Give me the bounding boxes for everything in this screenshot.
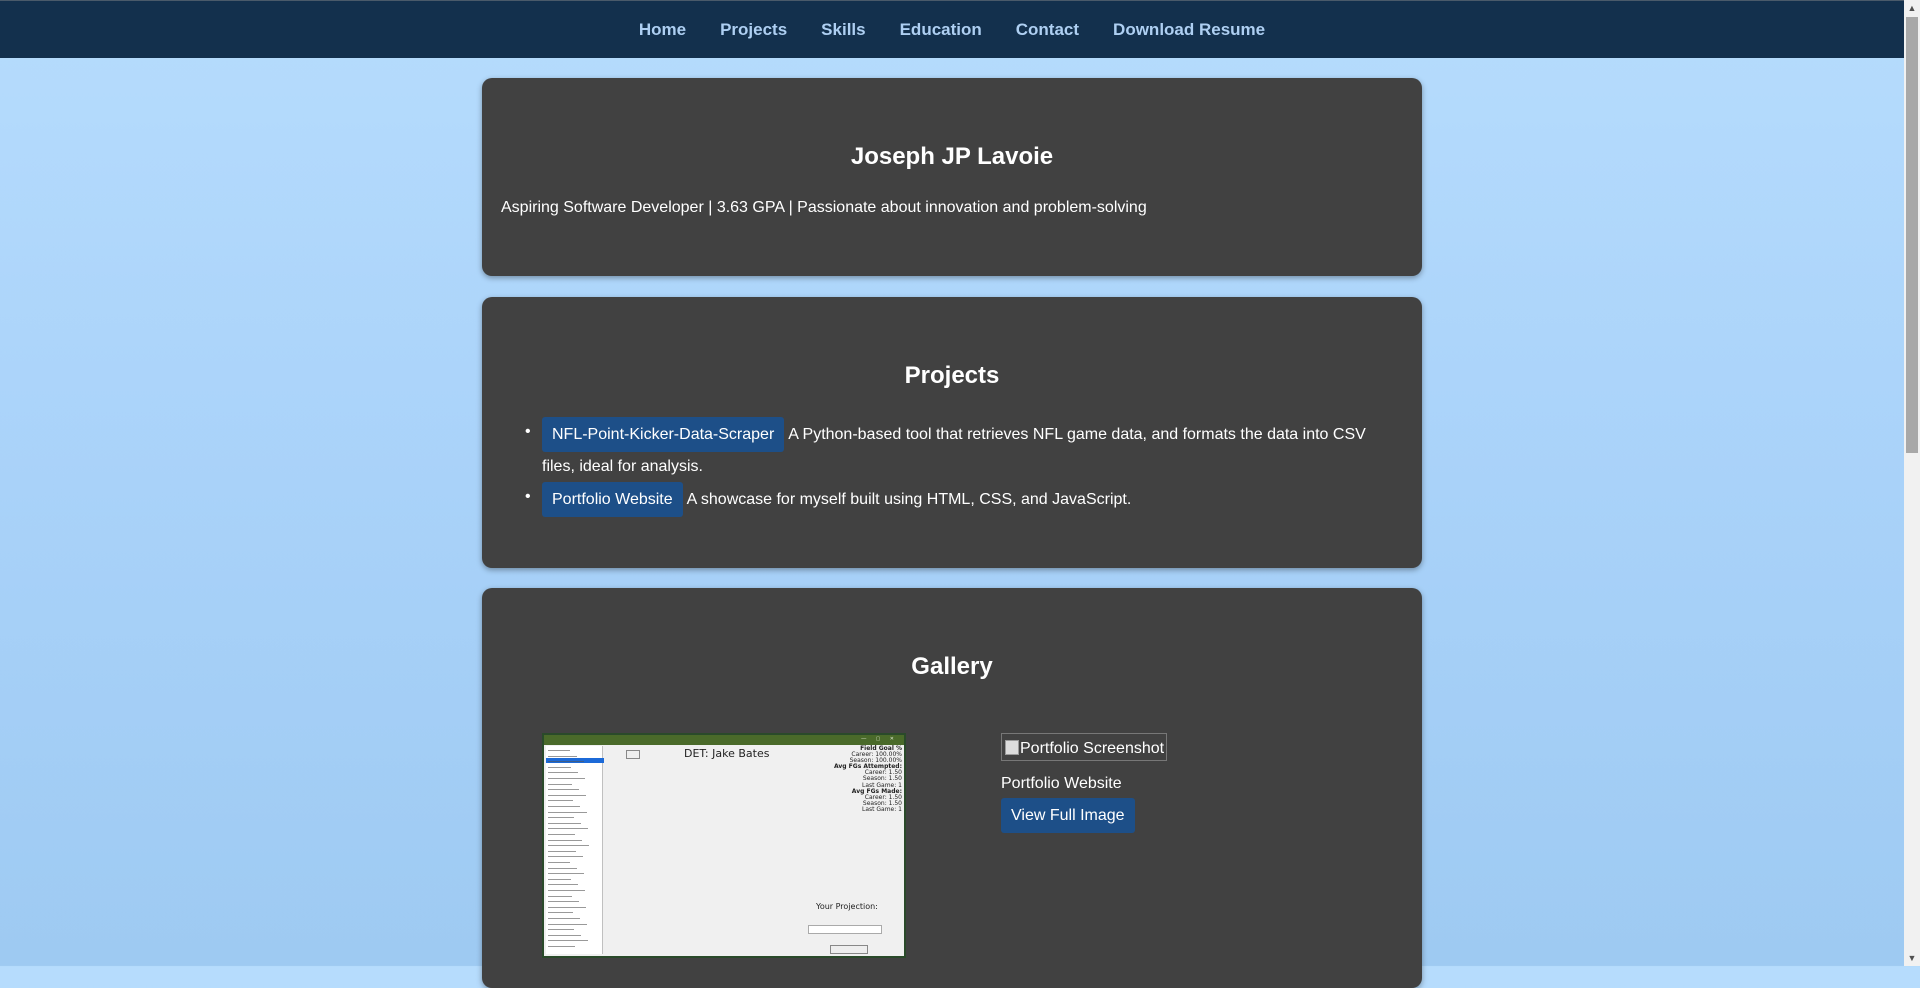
nav-home[interactable]: Home [639,20,686,40]
player-list-row [548,761,584,763]
projects-title: Projects [904,362,1000,389]
app-projection-input [808,925,882,934]
player-list-row [548,918,580,919]
hero-tagline: Aspiring Software Developer | 3.63 GPA |… [501,199,1147,216]
player-list-row [548,867,577,869]
player-list-row [548,750,570,751]
view-full-image-button[interactable]: View Full Image [1001,798,1135,833]
player-list-row [548,778,585,779]
scrollbar-thumb[interactable] [1906,17,1918,453]
project-desc-cont: files, ideal for analysis. [542,458,703,475]
project-link-portfolio[interactable]: Portfolio Website [542,482,683,517]
app-submit-button [830,945,868,954]
player-list-row [548,906,586,908]
player-list-row [548,783,572,785]
player-list-row [548,839,582,841]
project-item: NFL-Point-Kicker-Data-ScraperA Python-ba… [525,417,1372,482]
player-list-row [548,895,572,897]
app-player-name: DET: Jake Bates [684,747,770,760]
player-list-row [548,834,575,835]
player-list-row [548,822,581,824]
player-list-row [548,845,589,847]
app-player-list [546,746,604,954]
player-list-row [548,828,588,830]
app-projection-label: Your Projection: [816,902,878,911]
scroll-up-icon[interactable]: ▲ [1904,0,1920,16]
app-stats: Field Goal % Career: 100.00% Season: 100… [833,745,902,813]
player-list-row [548,856,583,858]
top-nav: Home Projects Skills Education Contact D… [0,0,1904,58]
player-list-row [548,755,577,757]
gallery-caption: Portfolio Website [1001,775,1122,792]
hero-card [482,78,1422,276]
nav-skills[interactable]: Skills [821,20,865,40]
player-list-row [548,850,576,852]
gallery-image-portfolio[interactable]: Portfolio Screenshot [1001,733,1168,761]
player-list-row [548,929,574,931]
player-list-row [548,901,579,903]
player-list-row [548,923,587,925]
player-list-row [548,946,575,947]
player-list-row [548,878,571,880]
gallery-image-nfl-app[interactable]: — ▢ ✕ DET: Jake Bates Field Goal % Caree… [542,733,906,958]
player-list-row [548,789,579,791]
page-scrollbar[interactable]: ▲ ▼ [1904,0,1920,966]
nav-contact[interactable]: Contact [1016,20,1079,40]
project-item: Portfolio WebsiteA showcase for myself b… [525,482,1372,517]
broken-image-icon [1005,740,1019,755]
player-list-row [548,811,587,813]
gallery-title: Gallery [911,653,993,680]
player-list-row [548,800,573,802]
player-list-row [548,912,573,914]
project-list: NFL-Point-Kicker-Data-ScraperA Python-ba… [525,417,1372,517]
scroll-down-icon[interactable]: ▼ [1904,950,1920,966]
broken-image-alt: Portfolio Screenshot [1020,739,1165,757]
player-list-row [548,884,578,886]
project-desc: A Python-based tool that retrieves NFL g… [788,426,1366,443]
player-list-row [548,817,574,819]
nav-projects[interactable]: Projects [720,20,787,40]
player-list-row [548,934,581,936]
project-desc: A showcase for myself built using HTML, … [686,491,1132,508]
project-link-nfl-scraper[interactable]: NFL-Point-Kicker-Data-Scraper [542,417,785,452]
player-list-row [548,862,570,863]
nav-download-resume[interactable]: Download Resume [1113,20,1265,40]
player-list-row [548,766,571,768]
player-list-row [548,772,578,774]
player-list-row [548,806,580,807]
hero-name: Joseph JP Lavoie [850,143,1054,170]
window-controls-icon: — ▢ ✕ [861,736,898,742]
player-list-row [548,890,585,891]
app-titlebar: — ▢ ✕ [544,735,904,745]
player-list-row [548,940,588,942]
player-list-row [548,873,584,875]
player-list-row [548,794,586,796]
nav-education[interactable]: Education [900,20,982,40]
app-save-button [626,750,640,759]
